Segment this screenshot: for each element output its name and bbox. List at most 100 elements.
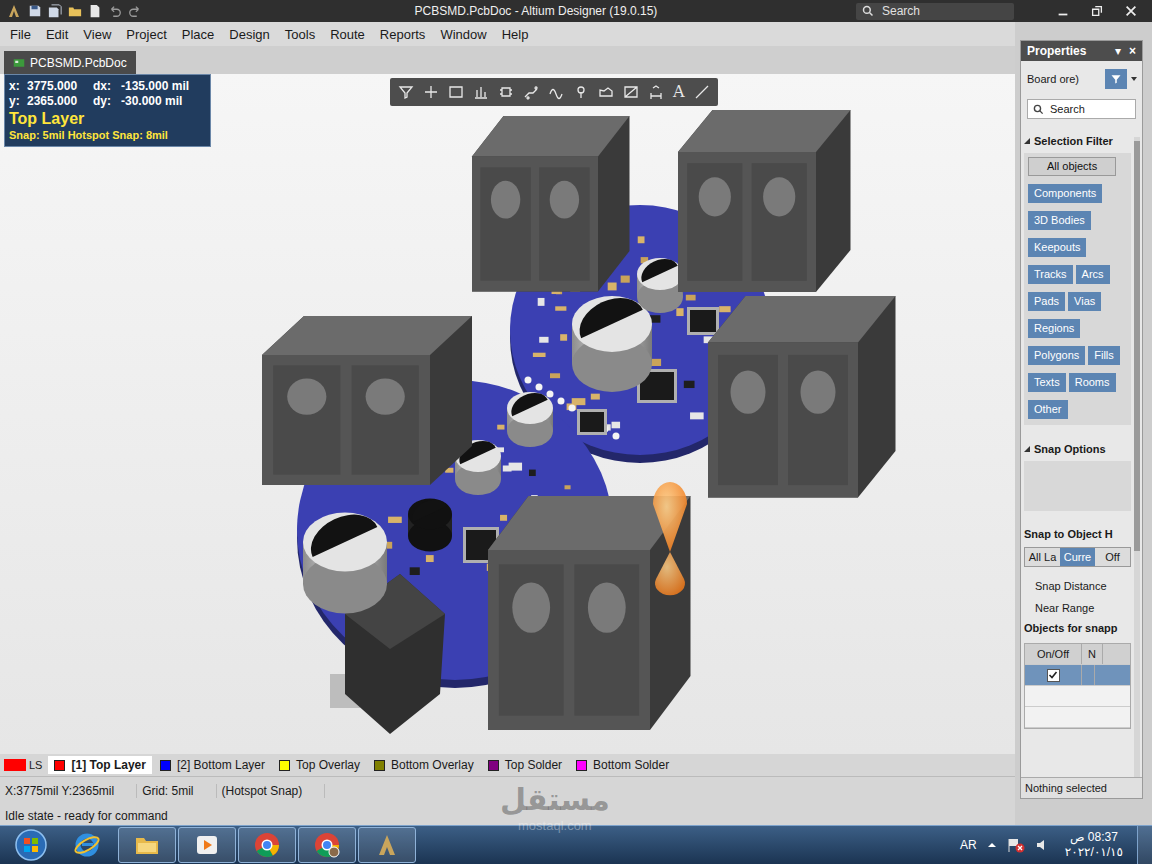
filter-toggle[interactable]: Pads — [1028, 292, 1065, 311]
filter-toggle[interactable]: Keepouts — [1028, 238, 1086, 257]
menu-item[interactable]: File — [3, 25, 39, 44]
filter-toggle[interactable]: Arcs — [1076, 265, 1110, 284]
filter-toggle[interactable]: Polygons — [1028, 346, 1085, 365]
smd-component — [497, 425, 504, 430]
show-desktop-button[interactable] — [1137, 826, 1152, 864]
panel-title: Properties — [1027, 44, 1086, 58]
menu-item[interactable]: Route — [323, 25, 373, 44]
line-icon[interactable] — [694, 84, 710, 100]
filter-toggle[interactable]: Regions — [1028, 319, 1080, 338]
pin-icon[interactable] — [573, 84, 589, 100]
filter-toggle[interactable]: Tracks — [1028, 265, 1073, 284]
global-search[interactable]: Search — [856, 3, 1014, 20]
restore-icon[interactable] — [1090, 4, 1104, 18]
layer-tab[interactable]: [2] Bottom Layer — [154, 756, 271, 774]
column-header[interactable]: N — [1082, 644, 1103, 664]
filter-toggle[interactable]: Fills — [1088, 346, 1120, 365]
save-all-icon[interactable] — [48, 4, 62, 18]
filter-toggle[interactable]: 3D Bodies — [1028, 211, 1091, 230]
undo-icon[interactable] — [108, 4, 122, 18]
chrome-taskbar-button[interactable] — [238, 827, 296, 863]
filter-toggle[interactable]: Other — [1028, 400, 1068, 419]
section-header[interactable]: Snap Options — [1021, 437, 1134, 461]
dimension-icon[interactable] — [648, 84, 664, 100]
layer-set[interactable]: LS — [4, 757, 46, 773]
object-type[interactable]: Board ore) — [1027, 73, 1102, 85]
filter-toggle[interactable]: Rooms — [1069, 373, 1116, 392]
menu-item[interactable]: Edit — [39, 25, 76, 44]
filter-button[interactable] — [1105, 69, 1127, 89]
chrome-profile-icon — [313, 831, 341, 859]
layer-tab[interactable]: Top Solder — [482, 756, 568, 774]
snap-mode-option[interactable]: Off — [1095, 548, 1130, 566]
text-tool[interactable]: A — [673, 84, 685, 100]
section-header[interactable]: Selection Filter — [1021, 129, 1134, 153]
filter-toggle[interactable]: Components — [1028, 184, 1102, 203]
layer-tab[interactable]: Bottom Solder — [570, 756, 675, 774]
component-icon[interactable] — [498, 84, 514, 100]
properties-panel: Properties ▾ × Board ore) Search Selection Fi… — [1020, 40, 1143, 799]
open-document-icon[interactable] — [88, 4, 102, 18]
document-tab[interactable]: PCBSMD.PcbDoc — [4, 51, 136, 74]
minimize-icon[interactable] — [1056, 4, 1070, 18]
show-hidden-icons-icon[interactable] — [987, 840, 997, 850]
filter-toggle[interactable]: Vias — [1068, 292, 1101, 311]
heads-up-display: x:3775.000dx:-135.000 mily:2365.000dy:-3… — [4, 74, 211, 147]
menu-item[interactable]: Reports — [373, 25, 434, 44]
checkbox[interactable] — [1047, 669, 1060, 682]
fill-icon[interactable] — [598, 84, 614, 100]
wave-icon[interactable] — [548, 84, 564, 100]
active-bar: A — [390, 78, 718, 106]
start-button[interactable] — [6, 828, 56, 862]
ie-taskbar-button[interactable] — [58, 827, 116, 863]
redo-icon[interactable] — [128, 4, 142, 18]
scrollbar[interactable] — [1134, 137, 1140, 777]
via — [569, 405, 576, 412]
menu-item[interactable]: Design — [222, 25, 277, 44]
filter-icon[interactable] — [398, 84, 414, 100]
snap-to-object-label: Snap to Object H — [1021, 525, 1134, 543]
select-rect-icon[interactable] — [448, 84, 464, 100]
align-icon[interactable] — [473, 84, 489, 100]
snap-mode-option[interactable]: Curre — [1060, 548, 1095, 566]
menu-item[interactable]: Window — [433, 25, 494, 44]
menu-item[interactable]: Tools — [278, 25, 323, 44]
panel-menu-button[interactable]: ▾ — [1115, 44, 1121, 58]
menu-item[interactable]: Place — [175, 25, 223, 44]
layer-tab[interactable]: Top Overlay — [273, 756, 366, 774]
snap-mode: All LaCurreOff — [1024, 547, 1131, 567]
table-row[interactable] — [1025, 665, 1130, 686]
media-taskbar-button[interactable] — [178, 827, 236, 863]
smd-component — [612, 422, 621, 429]
altium-logo-icon[interactable] — [6, 3, 22, 19]
windows-logo-icon — [14, 828, 48, 862]
plus-icon[interactable] — [423, 84, 439, 100]
route-icon[interactable] — [523, 84, 539, 100]
menu-item[interactable]: Help — [495, 25, 537, 44]
open-folder-icon[interactable] — [68, 4, 82, 18]
speaker-icon[interactable] — [1035, 837, 1051, 853]
dropdown-arrow-icon[interactable] — [1130, 73, 1138, 85]
explorer-taskbar-button[interactable] — [118, 827, 176, 863]
pcb-3d-view[interactable]: x:3775.000dx:-135.000 mily:2365.000dy:-3… — [0, 74, 1015, 754]
close-icon[interactable] — [1124, 4, 1138, 18]
panel-close-button[interactable]: × — [1129, 44, 1136, 58]
filter-toggle[interactable]: All objects — [1028, 157, 1116, 176]
layer-tab[interactable]: [1] Top Layer — [48, 756, 151, 774]
terminal-block — [708, 296, 896, 498]
chrome-profile-taskbar-button[interactable] — [298, 827, 356, 863]
polygon-icon[interactable] — [623, 84, 639, 100]
action-center-flag-icon[interactable] — [1007, 837, 1025, 853]
clock[interactable]: 08:37 ص٢٠٢٢/٠١/١٥ — [1061, 830, 1127, 860]
altium-taskbar-button[interactable] — [358, 827, 416, 863]
snap-mode-option[interactable]: All La — [1025, 548, 1060, 566]
panel-search[interactable]: Search — [1027, 99, 1136, 119]
layer-tab[interactable]: Bottom Overlay — [368, 756, 480, 774]
save-icon[interactable] — [28, 4, 42, 18]
column-header[interactable]: On/Off — [1025, 644, 1082, 664]
title-bar: PCBSMD.PcbDoc - Altium Designer (19.0.15… — [0, 0, 1152, 22]
filter-toggle[interactable]: Texts — [1028, 373, 1066, 392]
menu-item[interactable]: Project — [119, 25, 174, 44]
language-indicator[interactable]: AR — [960, 838, 977, 852]
menu-item[interactable]: View — [76, 25, 119, 44]
